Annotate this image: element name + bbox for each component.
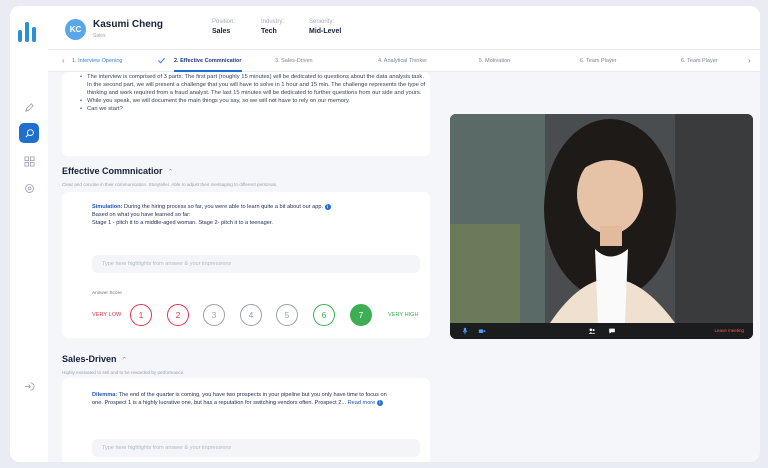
tab-team-player-2[interactable]: 6. Team Player xyxy=(681,50,718,72)
tabs-prev-arrow[interactable]: ‹ xyxy=(62,50,65,72)
meta-label: Industry: xyxy=(261,19,285,25)
prompt-label: Simulation: xyxy=(92,204,123,210)
score-option[interactable]: 1 xyxy=(130,304,152,326)
tab-sales-driven[interactable]: 3. Sales-Driven xyxy=(275,50,313,72)
sidebar xyxy=(10,6,48,462)
score-option[interactable]: 4 xyxy=(240,304,262,326)
chevron-up-icon[interactable]: ⌃ xyxy=(168,169,174,176)
meta-position: Position: Sales xyxy=(212,19,235,35)
tabs-next-arrow[interactable]: › xyxy=(748,50,751,72)
prompt-text: During the hiring process so far, you we… xyxy=(124,204,324,210)
logout-icon xyxy=(24,381,34,391)
section-title-text: Sales-Driven xyxy=(62,354,117,364)
meta-value: Tech xyxy=(261,28,277,35)
chevron-up-icon[interactable]: ⌃ xyxy=(122,357,128,364)
prompt-text: The end of the quarter is coming, you ha… xyxy=(92,392,387,406)
section-description: Highly motivated to sell and to be rewar… xyxy=(62,370,185,375)
score-option[interactable]: 5 xyxy=(276,304,298,326)
participant-video xyxy=(450,114,753,323)
microphone-icon[interactable] xyxy=(461,327,469,335)
candidate-header: KC Kasumi Cheng Sales Position: Sales In… xyxy=(48,6,760,50)
sidebar-item-interview[interactable] xyxy=(19,123,39,143)
score-option[interactable]: 6 xyxy=(313,304,335,326)
candidate-role: Sales xyxy=(93,33,106,39)
highlights-input[interactable]: Type here highlights from answer & your … xyxy=(92,439,420,457)
prompt-line: Stage 1 - pitch it to a middle-aged woma… xyxy=(92,220,273,226)
question-prompt: Simulation: During the hiring process so… xyxy=(92,203,392,227)
tab-effective-communicator[interactable]: 2. Effective Commnicatior xyxy=(174,50,242,72)
meta-label: Position: xyxy=(212,19,236,25)
section-title-text: Effective Commnicatior xyxy=(62,166,163,176)
tab-team-player[interactable]: 6. Team Player xyxy=(580,50,617,72)
tab-analytical-thinker[interactable]: 4. Analytical Thinker xyxy=(378,50,427,72)
candidate-name: Kasumi Cheng xyxy=(93,19,164,30)
intro-bullet: The interview is comprised of 3 parts: T… xyxy=(80,73,430,97)
section-description: Clear and concise in their communication… xyxy=(62,182,278,187)
info-icon[interactable]: i xyxy=(376,399,383,406)
answer-score-label: Answer Score xyxy=(92,291,122,296)
leave-meeting-button[interactable]: Leave meeting xyxy=(714,327,744,335)
sidebar-item-settings[interactable] xyxy=(19,178,39,198)
participants-icon[interactable] xyxy=(588,327,596,335)
interview-icon xyxy=(24,128,34,138)
meta-value: Sales xyxy=(212,28,231,35)
sidebar-item-pen[interactable] xyxy=(19,97,39,117)
tab-interview-opening[interactable]: 1. Interview Opening xyxy=(72,50,122,72)
meta-value: Mid-Level xyxy=(309,28,342,35)
intro-bullet: Can we start? xyxy=(80,105,430,113)
avatar: KC xyxy=(65,19,86,40)
sidebar-item-logout[interactable] xyxy=(19,376,39,396)
video-controls-bar: Leave meeting xyxy=(450,323,753,339)
camera-icon[interactable] xyxy=(478,327,486,335)
highlights-input[interactable]: Type here highlights from answer & your … xyxy=(92,255,420,273)
read-more-link[interactable]: Read more xyxy=(348,400,376,406)
meta-industry: Industry: Tech xyxy=(261,19,284,35)
meta-seniority: Seniority: Mid-Level xyxy=(309,19,341,35)
info-icon[interactable]: i xyxy=(324,203,331,210)
score-option-selected[interactable]: 7 xyxy=(350,304,372,326)
section-title-sales-driven[interactable]: Sales-Driven ⌃ xyxy=(62,354,127,364)
prompt-line: Based on what you have learned so far: xyxy=(92,212,191,218)
stage-tabs: ‹ 1. Interview Opening 2. Effective Comm… xyxy=(48,50,760,72)
chat-icon[interactable] xyxy=(608,327,616,335)
check-icon xyxy=(157,57,166,64)
gear-icon xyxy=(24,183,34,193)
section-title-effective-communicator[interactable]: Effective Commnicatior ⌃ xyxy=(62,166,173,176)
video-call-panel: Leave meeting xyxy=(450,114,753,339)
grid-icon xyxy=(24,156,34,166)
score-option[interactable]: 2 xyxy=(167,304,189,326)
score-option[interactable]: 3 xyxy=(203,304,225,326)
intro-bullet: While you speak, we will document the ma… xyxy=(80,97,430,105)
tab-motivation[interactable]: 5. Motivation xyxy=(479,50,510,72)
app-window: KC Kasumi Cheng Sales Position: Sales In… xyxy=(10,6,760,462)
prompt-label: Dilemma: xyxy=(92,392,118,398)
meta-label: Seniority: xyxy=(309,19,335,25)
app-logo[interactable] xyxy=(16,20,40,42)
question-prompt: Dilemma: The end of the quarter is comin… xyxy=(92,391,392,407)
scale-high-label: VERY HIGH xyxy=(388,312,419,318)
scale-low-label: VERY LOW xyxy=(92,312,122,318)
intro-bullets: The interview is comprised of 3 parts: T… xyxy=(80,73,430,113)
sidebar-item-grid[interactable] xyxy=(19,151,39,171)
pen-icon xyxy=(24,102,34,112)
